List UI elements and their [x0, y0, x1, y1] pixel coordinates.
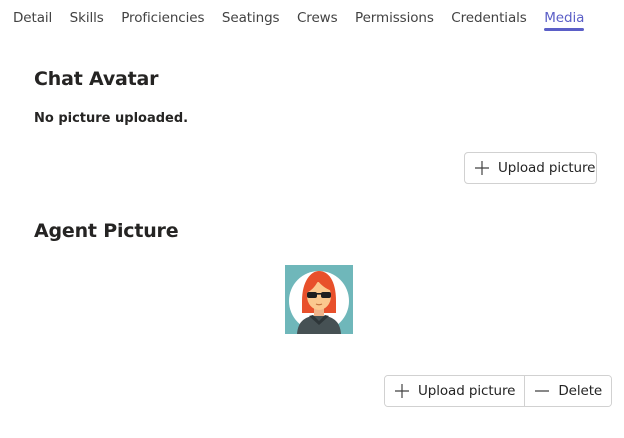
- chat-avatar-upload-button[interactable]: Upload picture: [464, 152, 597, 184]
- upload-button-label: Upload picture: [498, 160, 596, 176]
- tab-skills[interactable]: Skills: [70, 0, 104, 26]
- tab-bar: Detail Skills Proficiencies Seatings Cre…: [13, 0, 602, 34]
- agent-avatar-icon: [289, 271, 349, 334]
- chat-avatar-heading: Chat Avatar: [34, 68, 159, 90]
- plus-icon: [395, 384, 409, 398]
- upload-button-label: Upload picture: [418, 383, 516, 399]
- tab-detail[interactable]: Detail: [13, 0, 52, 26]
- tab-proficiencies[interactable]: Proficiencies: [121, 0, 204, 26]
- delete-button-label: Delete: [558, 383, 603, 399]
- tab-crews[interactable]: Crews: [297, 0, 338, 26]
- agent-picture-upload-button[interactable]: Upload picture: [385, 376, 525, 406]
- tab-seatings[interactable]: Seatings: [222, 0, 280, 26]
- agent-picture-heading: Agent Picture: [34, 220, 179, 242]
- agent-picture-button-group: Upload picture Delete: [384, 375, 613, 407]
- chat-avatar-status: No picture uploaded.: [34, 111, 189, 126]
- agent-picture-image: [285, 265, 353, 334]
- tab-permissions[interactable]: Permissions: [355, 0, 434, 26]
- tab-media[interactable]: Media: [544, 0, 584, 31]
- tab-credentials[interactable]: Credentials: [451, 0, 527, 26]
- minus-icon: [535, 390, 550, 392]
- agent-picture-delete-button[interactable]: Delete: [524, 376, 612, 406]
- plus-icon: [475, 161, 489, 175]
